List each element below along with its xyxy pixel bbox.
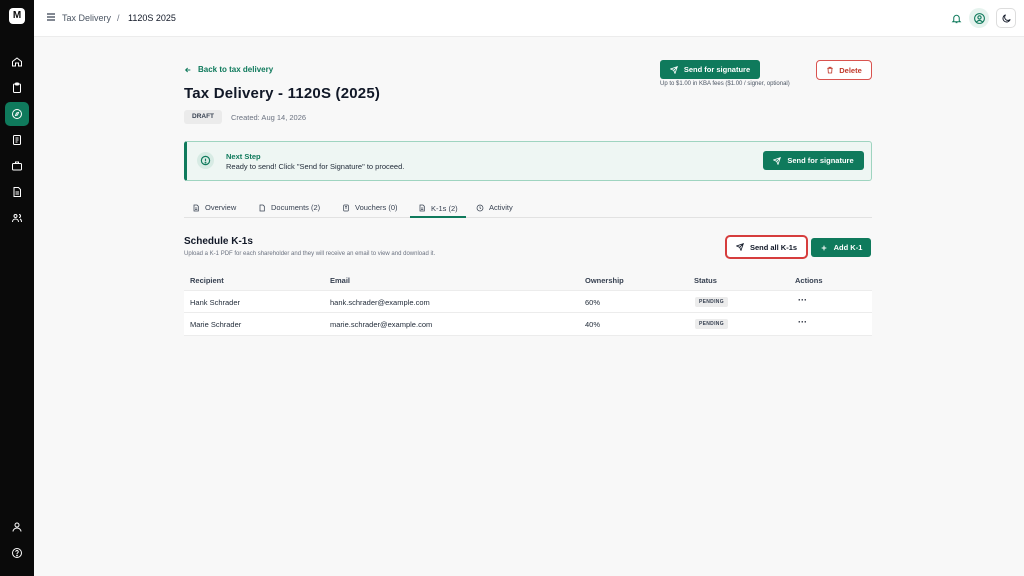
tab-activity[interactable]: Activity — [476, 200, 513, 215]
ownership-cell: 60% — [585, 298, 601, 307]
theme-toggle-button[interactable] — [996, 8, 1016, 28]
page-title: Tax Delivery - 1120S (2025) — [184, 85, 381, 102]
send-all-k1s-button[interactable]: Send all K-1s — [725, 235, 808, 259]
next-step-text: Ready to send! Click "Send for Signature… — [226, 162, 405, 171]
document-icon — [13, 187, 21, 197]
clock-icon — [476, 204, 484, 211]
document-icon — [193, 204, 199, 211]
send-icon — [735, 243, 744, 251]
status-badge: DRAFT — [184, 110, 223, 124]
profile-icon — [12, 522, 22, 532]
row-actions-button[interactable]: ··· — [798, 317, 807, 327]
home-icon — [12, 57, 22, 67]
next-step-title: Next Step — [226, 152, 261, 161]
send-for-signature-button[interactable]: Send for signature — [660, 60, 760, 79]
column-header-email: Email — [330, 276, 351, 285]
breadcrumb-separator: / — [117, 13, 120, 23]
kba-fee-note: Up to $1.00 in KBA fees ($1.00 / signer,… — [660, 81, 790, 87]
notifications-button[interactable] — [946, 8, 966, 28]
clipboard-icon — [13, 82, 21, 93]
sidebar-item-help[interactable] — [5, 541, 29, 565]
app-logo[interactable]: M — [9, 8, 25, 24]
user-avatar-icon — [973, 12, 985, 24]
column-header-actions: Actions — [795, 276, 823, 285]
receipt-icon — [343, 204, 349, 211]
section-subtitle: Upload a K-1 PDF for each shareholder an… — [184, 251, 436, 257]
breadcrumb-parent[interactable]: Tax Delivery — [62, 12, 111, 24]
info-circle-icon — [197, 152, 214, 169]
created-date: Created: Aug 14, 2026 — [231, 113, 307, 122]
recipient-cell: Hank Schrader — [190, 298, 241, 307]
delete-button[interactable]: Delete — [816, 60, 872, 80]
tab-label: Documents (2) — [271, 203, 321, 212]
bell-icon — [951, 14, 961, 23]
breadcrumb-current: 1120S 2025 — [128, 13, 176, 23]
table-row: Marie Schrader marie.schrader@example.co… — [184, 313, 872, 336]
column-header-recipient: Recipient — [190, 276, 224, 285]
row-actions-button[interactable]: ··· — [798, 295, 807, 305]
send-all-label: Send all K-1s — [749, 242, 798, 252]
tab-k1s[interactable]: K-1s (2) — [410, 200, 466, 218]
compass-icon — [12, 109, 22, 119]
email-cell: marie.schrader@example.com — [330, 320, 433, 329]
column-header-ownership: Ownership — [585, 276, 624, 285]
trash-icon — [827, 66, 833, 74]
arrow-left-icon — [184, 67, 191, 72]
tab-bar: Overview Documents (2) Vouchers (0) K-1s… — [184, 197, 872, 218]
tab-label: K-1s (2) — [431, 203, 458, 213]
plus-icon — [821, 245, 826, 250]
section-title: Schedule K-1s — [184, 236, 253, 247]
help-icon — [12, 548, 22, 558]
menu-icon[interactable] — [46, 12, 56, 22]
email-cell: hank.schrader@example.com — [330, 298, 430, 307]
sidebar-item-briefcase[interactable] — [5, 154, 29, 178]
status-badge: PENDING — [695, 297, 728, 307]
top-bar: Tax Delivery / 1120S 2025 — [34, 0, 1024, 37]
briefcase-icon — [12, 161, 22, 171]
tab-label: Overview — [205, 203, 237, 212]
sidebar: M — [0, 0, 34, 576]
add-k1-button[interactable]: Add K-1 — [811, 238, 871, 257]
tab-label: Activity — [489, 203, 513, 212]
tab-vouchers[interactable]: Vouchers (0) — [342, 200, 398, 215]
tab-label: Vouchers (0) — [355, 203, 398, 212]
sidebar-item-profile[interactable] — [5, 515, 29, 539]
receipt-icon — [13, 135, 21, 145]
column-header-status: Status — [694, 276, 717, 285]
sidebar-item-receipts[interactable] — [5, 128, 29, 152]
callout-send-label: Send for signature — [787, 156, 854, 165]
send-icon — [669, 65, 678, 74]
table-row: Hank Schrader hank.schrader@example.com … — [184, 290, 872, 313]
ownership-cell: 40% — [585, 320, 601, 329]
next-step-callout: Next Step Ready to send! Click "Send for… — [184, 141, 872, 181]
back-link-label: Back to tax delivery — [198, 65, 274, 74]
recipient-cell: Marie Schrader — [190, 320, 242, 329]
tab-documents[interactable]: Documents (2) — [258, 200, 320, 215]
status-badge: PENDING — [695, 319, 728, 329]
sidebar-item-users[interactable] — [5, 206, 29, 230]
sidebar-item-tax-delivery[interactable] — [5, 102, 29, 126]
delete-label: Delete — [839, 65, 862, 75]
sidebar-item-clipboard[interactable] — [5, 76, 29, 100]
send-icon — [773, 156, 782, 165]
add-k1-label: Add K-1 — [833, 243, 863, 252]
send-for-signature-label: Send for signature — [683, 65, 751, 74]
back-link[interactable]: Back to tax delivery — [184, 65, 273, 74]
file-text-icon — [419, 204, 425, 212]
users-icon — [12, 214, 22, 223]
user-avatar-button[interactable] — [969, 8, 989, 28]
callout-send-signature-button[interactable]: Send for signature — [763, 151, 864, 170]
tab-overview[interactable]: Overview — [192, 200, 236, 215]
file-icon — [259, 204, 265, 211]
moon-icon — [1002, 13, 1011, 22]
sidebar-item-documents[interactable] — [5, 180, 29, 204]
sidebar-item-home[interactable] — [5, 50, 29, 74]
